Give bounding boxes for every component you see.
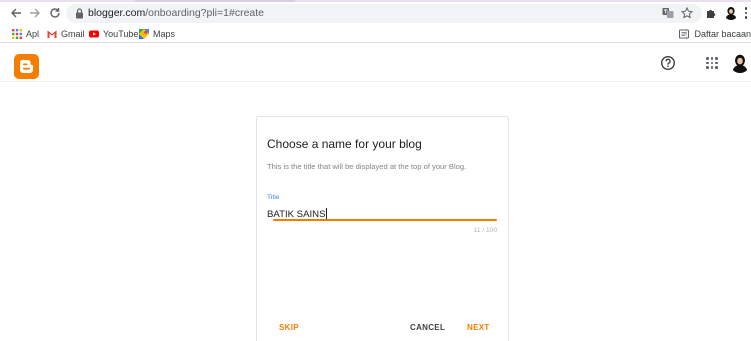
url-host: blogger.com	[88, 7, 146, 19]
title-input-underline	[273, 219, 497, 221]
bookmark-youtube[interactable]: YouTube	[89, 27, 138, 41]
app-header	[0, 44, 751, 82]
url-path: /onboarding?pli=1#create	[145, 7, 265, 19]
bookmark-maps[interactable]: Maps	[139, 27, 175, 41]
browser-toolbar: blogger.com/onboarding?pli=1#create	[0, 0, 751, 26]
reading-list-icon	[679, 29, 690, 39]
bookmark-label: Gmail	[61, 29, 85, 39]
url-text[interactable]: blogger.com/onboarding?pli=1#create	[88, 7, 264, 19]
bookmark-apps[interactable]: Apl	[12, 27, 39, 41]
reload-icon[interactable]	[47, 5, 63, 21]
dialog-description: This is the title that will be displayed…	[267, 162, 467, 171]
browser-menu-icon[interactable]	[743, 5, 749, 21]
tab-strip	[0, 0, 751, 2]
puzzle-icon[interactable]	[703, 5, 719, 21]
account-avatar[interactable]	[730, 53, 750, 73]
browser-profile-avatar[interactable]	[724, 6, 738, 20]
maps-icon	[139, 29, 149, 39]
title-field-label: Title	[267, 194, 280, 201]
help-icon[interactable]	[660, 55, 676, 71]
youtube-icon	[89, 29, 99, 39]
back-arrow-icon[interactable]	[8, 5, 24, 21]
reading-list-button[interactable]: Daftar bacaan	[679, 27, 751, 41]
skip-button[interactable]: SKIP	[279, 323, 299, 332]
bookmark-label: Apl	[26, 29, 40, 39]
apps-grid-icon	[12, 29, 22, 39]
bookmark-gmail[interactable]: Gmail	[47, 27, 85, 41]
text-caret	[326, 208, 328, 219]
star-icon[interactable]	[680, 6, 694, 20]
create-blog-dialog: Choose a name for your blog This is the …	[256, 116, 509, 341]
character-counter: 11 / 100	[473, 227, 497, 234]
bookmarks-bar: Apl Gmail YouTube Maps Daftar bacaan	[0, 26, 751, 43]
reading-list-label: Daftar bacaan	[694, 29, 751, 39]
blogger-logo[interactable]	[14, 54, 39, 79]
dialog-title: Choose a name for your blog	[267, 137, 422, 151]
forward-arrow-icon[interactable]	[27, 5, 43, 21]
bookmark-label: YouTube	[103, 29, 139, 39]
address-bar[interactable]: blogger.com/onboarding?pli=1#create	[66, 4, 702, 23]
lock-icon[interactable]	[75, 8, 84, 19]
bookmark-label: Maps	[153, 29, 176, 39]
active-tab-edge	[135, 0, 295, 2]
cancel-button[interactable]: CANCEL	[410, 323, 445, 332]
translate-icon[interactable]	[661, 6, 675, 20]
next-button[interactable]: NEXT	[467, 323, 490, 332]
gmail-icon	[47, 29, 57, 39]
google-apps-icon[interactable]	[706, 57, 718, 69]
